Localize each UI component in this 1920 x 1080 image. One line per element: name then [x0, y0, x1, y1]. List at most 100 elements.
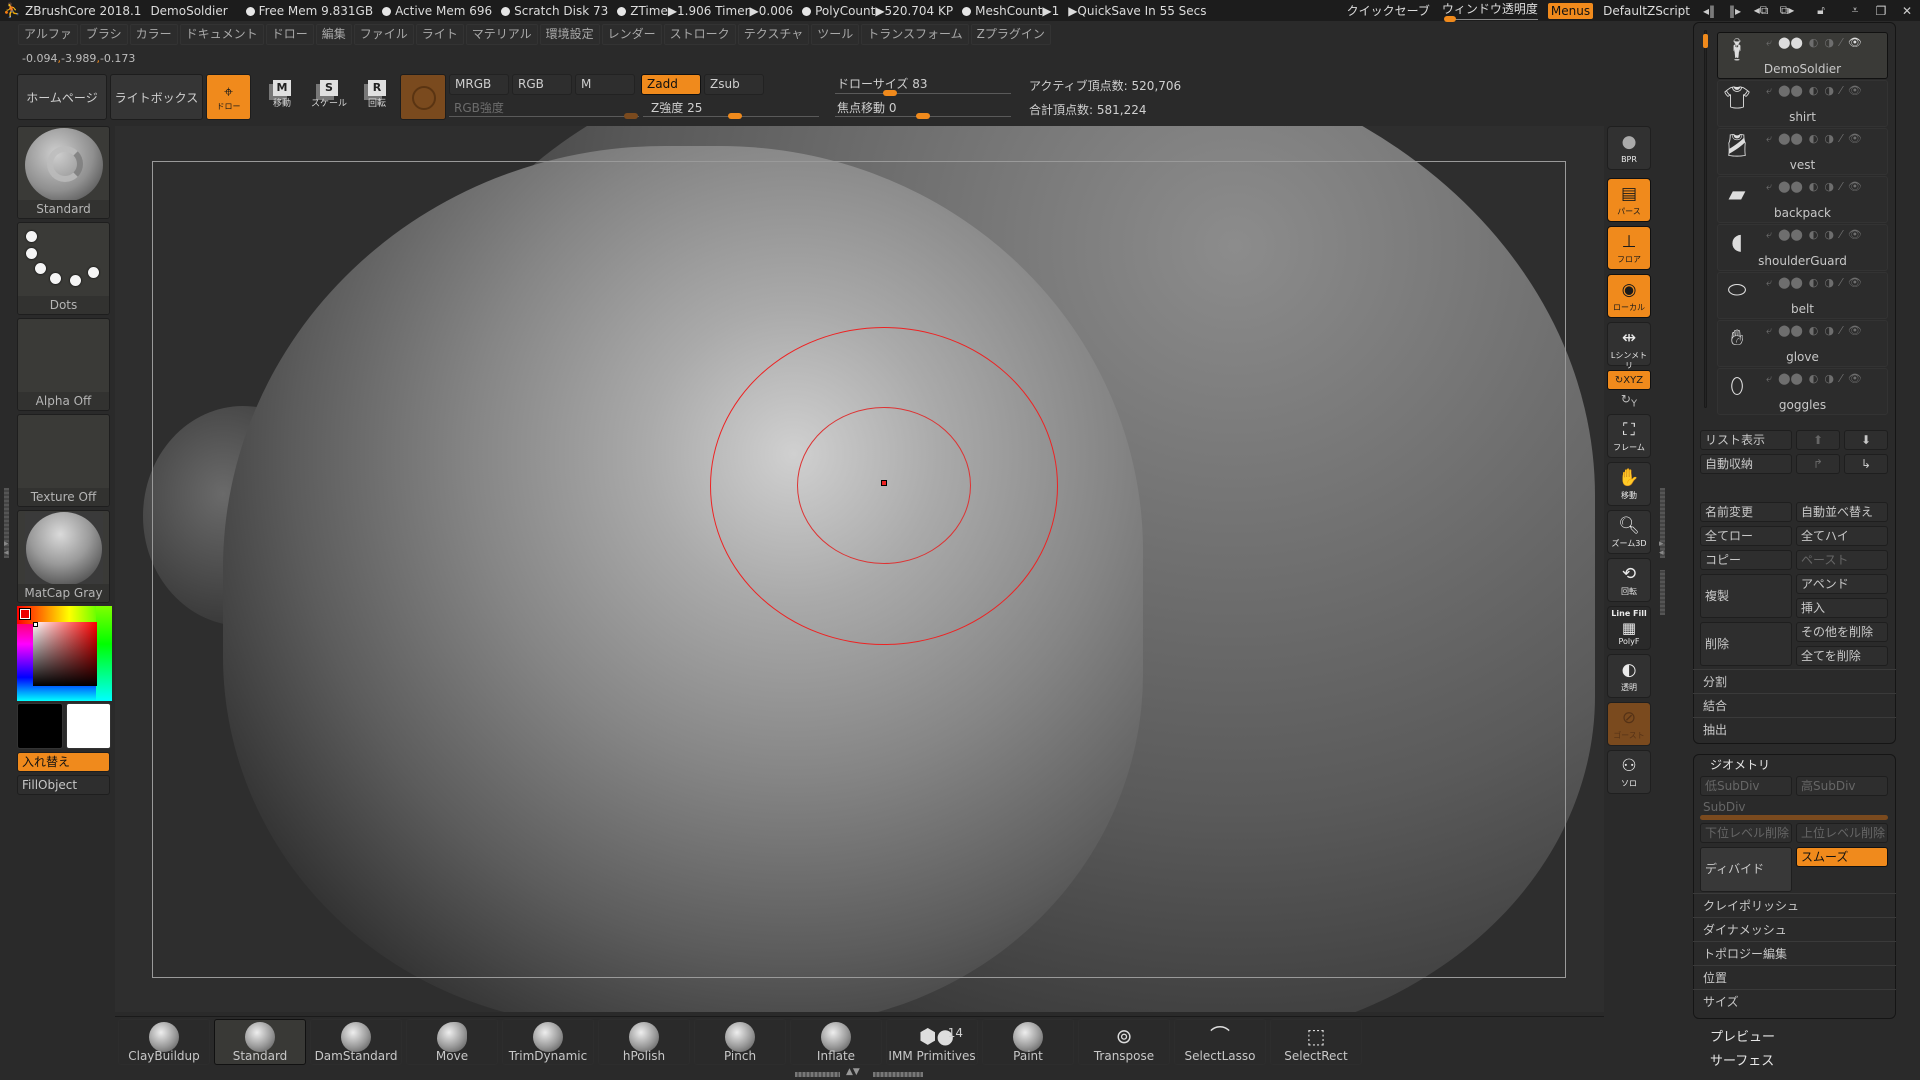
subtool-scroll-handle[interactable] [1703, 34, 1708, 48]
bpr-render-button[interactable]: ● BPR [1607, 126, 1651, 170]
brush-icon[interactable]: ⁄ [1840, 180, 1842, 194]
z-intensity-knob[interactable] [728, 113, 742, 119]
brush-selectlasso[interactable]: ⌒ SelectLasso [1174, 1019, 1266, 1065]
rotate-mode-button[interactable]: R 回転 [357, 78, 397, 118]
menu-material[interactable]: マテリアル [465, 24, 538, 45]
stroke-selector[interactable]: Dots [17, 222, 110, 315]
tray-toggle-icon[interactable]: ▲▼ [846, 1067, 860, 1077]
menu-preferences[interactable]: 環境設定 [539, 24, 600, 45]
perspective-button[interactable]: ▤ パース [1607, 178, 1651, 222]
subtool-item[interactable]: ⬯ ⤶ ⬤⬤ ◐ ◑ ⁄ 👁︎ goggles [1717, 368, 1888, 415]
polypaint-toggle-icon[interactable]: ⬤⬤ [1778, 180, 1803, 194]
dynamic-toggle-icon[interactable]: ◑ [1824, 324, 1834, 338]
append-button[interactable]: アペンド [1796, 574, 1888, 594]
subtool-item[interactable]: ▰ ⤶ ⬤⬤ ◐ ◑ ⁄ 👁︎ backpack [1717, 176, 1888, 223]
eye-icon[interactable]: 👁︎ [1848, 36, 1862, 50]
menus-toggle-button[interactable]: Menus [1547, 2, 1594, 19]
move-mode-button[interactable]: M 移動 [262, 78, 302, 118]
brush-icon[interactable]: ⁄ [1840, 324, 1842, 338]
local-symmetry-button[interactable]: ⇹ Lシンメトリ [1607, 322, 1651, 370]
scroll-left-icon[interactable]: ◂‖ [1696, 4, 1722, 18]
brush-trimdynamic[interactable]: TrimDynamic [502, 1019, 594, 1065]
y-rotation-button[interactable]: ↻Y [1607, 392, 1651, 410]
polypaint-toggle-icon[interactable]: ⬤⬤ [1778, 84, 1803, 98]
dynamic-toggle-icon[interactable]: ◑ [1824, 228, 1834, 242]
ghost-button[interactable]: ⊘ ゴースト [1607, 702, 1651, 746]
texture-selector[interactable]: Texture Off [17, 414, 110, 507]
move-down-button[interactable]: ⬇ [1844, 430, 1888, 450]
tray-toggle-icon[interactable]: ▸ ◂ [1659, 540, 1664, 558]
local-button[interactable]: ◉ ローカル [1607, 274, 1651, 318]
eye-icon[interactable]: 👁︎ [1848, 372, 1862, 386]
menu-transform[interactable]: トランスフォーム [861, 24, 969, 45]
alpha-selector[interactable]: Alpha Off [17, 318, 110, 411]
arrow-down-right-icon[interactable]: ↳ [1844, 454, 1888, 474]
subtool-item[interactable]: ✋︎ ⤶ ⬤⬤ ◐ ◑ ⁄ 👁︎ glove [1717, 320, 1888, 367]
scroll-right-icon[interactable]: ‖▸ [1722, 4, 1748, 18]
subtool-item[interactable]: 👕︎ ⤶ ⬤⬤ ◐ ◑ ⁄ 👁︎ shirt [1717, 80, 1888, 127]
menu-alpha[interactable]: アルファ [18, 24, 78, 45]
preview-section[interactable]: プレビュー [1710, 1026, 1775, 1045]
fold-icon[interactable]: ⤶ [1766, 180, 1772, 194]
lock-icon[interactable]: 🔓︎ [1808, 3, 1834, 18]
menu-light[interactable]: ライト [415, 24, 464, 45]
geometry-title[interactable]: ジオメトリ [1710, 756, 1770, 773]
bottom-tray-scrollbar-left[interactable] [795, 1072, 840, 1077]
rotate-view-button[interactable]: ⟲ 回転 [1607, 558, 1651, 602]
mask-toggle-icon[interactable]: ◐ [1809, 132, 1819, 146]
brush-hpolish[interactable]: hPolish [598, 1019, 690, 1065]
claypolish-section[interactable]: クレイポリッシュ [1693, 893, 1896, 917]
brush-transpose[interactable]: ⊚ Transpose [1078, 1019, 1170, 1065]
xyz-rotation-button[interactable]: ↻XYZ [1607, 370, 1651, 390]
higher-subdiv-button[interactable]: 高SubDiv [1796, 776, 1888, 796]
dynamic-toggle-icon[interactable]: ◑ [1824, 180, 1834, 194]
subtool-item[interactable]: ◖ ⤶ ⬤⬤ ◐ ◑ ⁄ 👁︎ shoulderGuard [1717, 224, 1888, 271]
move-view-button[interactable]: ✋ 移動 [1607, 462, 1651, 506]
window-transparency-slider[interactable]: ウィンドウ透明度 [1442, 0, 1538, 22]
brush-icon[interactable]: ⁄ [1840, 36, 1842, 50]
material-selector[interactable]: MatCap Gray [17, 510, 110, 603]
menu-document[interactable]: ドキュメント [179, 24, 264, 45]
fold-icon[interactable]: ⤶ [1766, 36, 1772, 50]
all-low-button[interactable]: 全てロー [1700, 526, 1792, 546]
eye-icon[interactable]: 👁︎ [1848, 228, 1862, 242]
fold-icon[interactable]: ⤶ [1766, 84, 1772, 98]
home-page-button[interactable]: ホームページ [17, 74, 107, 120]
extract-section[interactable]: 抽出 [1693, 717, 1896, 741]
brush-damstandard[interactable]: DamStandard [310, 1019, 402, 1065]
menu-brush[interactable]: ブラシ [79, 24, 128, 45]
brush-pinch[interactable]: Pinch [694, 1019, 786, 1065]
auto-reorder-button[interactable]: 自動並べ替え [1796, 502, 1888, 522]
subtool-list-scrollbar[interactable] [1704, 30, 1707, 408]
polyframe-button[interactable]: Line Fill ▦ PolyF [1607, 606, 1651, 650]
lightbox-button[interactable]: ライトボックス [110, 74, 203, 120]
menu-tool[interactable]: ツール [811, 24, 860, 45]
subdiv-slider[interactable] [1700, 815, 1888, 820]
default-zscript-button[interactable]: DefaultZScript [1603, 4, 1690, 18]
right-shelf-scrollbar-lower[interactable] [1660, 570, 1665, 615]
delete-lower-button[interactable]: 下位レベル削除 [1700, 823, 1792, 843]
menu-stroke[interactable]: ストローク [663, 24, 736, 45]
secondary-color-swatch[interactable] [65, 703, 111, 749]
m-button[interactable]: M [575, 74, 635, 95]
duplicate-button[interactable]: 複製 [1700, 574, 1792, 618]
subtool-item[interactable]: ⬭ ⤶ ⬤⬤ ◐ ◑ ⁄ 👁︎ belt [1717, 272, 1888, 319]
mrgb-button[interactable]: MRGB [449, 74, 509, 95]
subtool-item[interactable]: 🎽︎ ⤶ ⬤⬤ ◐ ◑ ⁄ 👁︎ vest [1717, 128, 1888, 175]
minimize-icon[interactable]: ⩡ [1842, 3, 1868, 18]
rename-button[interactable]: 名前変更 [1700, 502, 1792, 522]
dynamic-toggle-icon[interactable]: ◑ [1824, 276, 1834, 290]
menu-render[interactable]: レンダー [601, 24, 662, 45]
menu-edit[interactable]: 編集 [315, 24, 352, 45]
mask-toggle-icon[interactable]: ◐ [1809, 228, 1819, 242]
position-section[interactable]: 位置 [1693, 965, 1896, 989]
scale-mode-button[interactable]: S スケール [309, 78, 349, 118]
brush-standard[interactable]: Standard [214, 1019, 306, 1065]
menu-texture[interactable]: テクスチャ [737, 24, 810, 45]
brush-paint[interactable]: Paint [982, 1019, 1074, 1065]
rgb-intensity-knob[interactable] [624, 113, 638, 119]
mask-toggle-icon[interactable]: ◐ [1809, 324, 1819, 338]
fold-icon[interactable]: ⤶ [1766, 228, 1772, 242]
brush-icon[interactable]: ⁄ [1840, 372, 1842, 386]
brush-inflate[interactable]: Inflate [790, 1019, 882, 1065]
